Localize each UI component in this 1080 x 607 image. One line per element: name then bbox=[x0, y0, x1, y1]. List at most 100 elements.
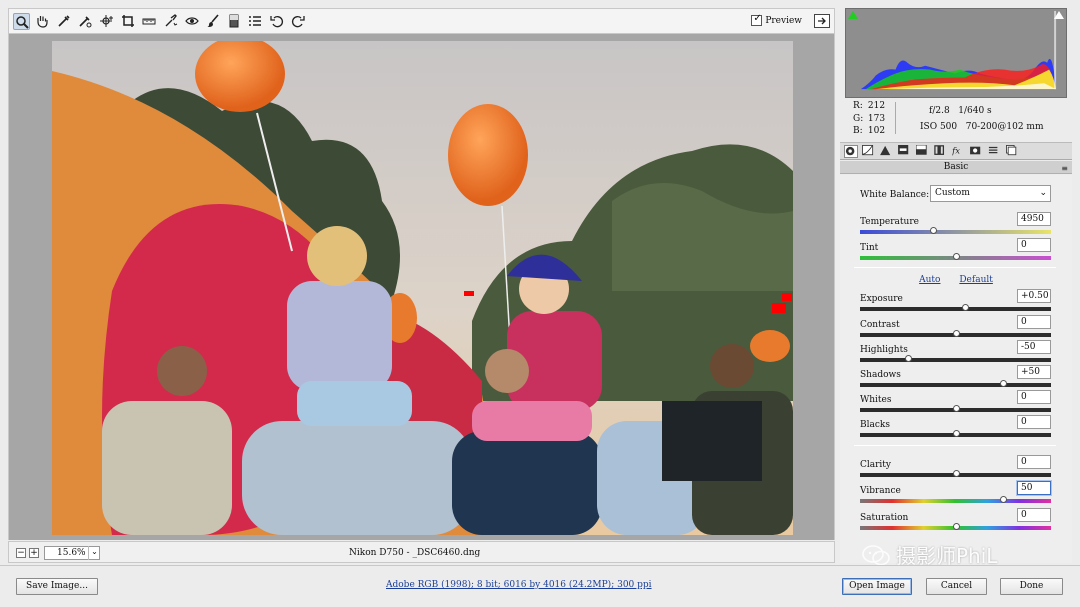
hand-tool-icon[interactable] bbox=[34, 13, 51, 30]
adjustment-brush-icon[interactable] bbox=[205, 13, 222, 30]
exposure-slider-thumb[interactable] bbox=[962, 304, 970, 311]
split-toning-tab-icon[interactable] bbox=[915, 144, 930, 158]
image-canvas[interactable] bbox=[8, 34, 835, 540]
basic-tab-icon[interactable] bbox=[844, 145, 858, 158]
preview-label: Preview bbox=[765, 15, 802, 26]
save-image-button[interactable]: Save Image... bbox=[16, 578, 98, 595]
whites-slider-thumb[interactable] bbox=[952, 405, 960, 412]
hsl-tab-icon[interactable] bbox=[898, 145, 912, 158]
tone-curve-tab-icon[interactable] bbox=[862, 145, 876, 158]
contrast-slider-thumb[interactable] bbox=[952, 330, 960, 337]
toolbar: Preview bbox=[8, 8, 835, 34]
white-balance-select[interactable]: Custom ⌄ bbox=[930, 185, 1051, 202]
blacks-value-field[interactable]: 0 bbox=[1017, 415, 1051, 429]
red-eye-icon[interactable] bbox=[184, 13, 201, 30]
filename-label: Nikon D750 - _DSC6460.dng bbox=[349, 548, 481, 558]
svg-text:fx: fx bbox=[952, 145, 960, 155]
wechat-icon bbox=[862, 544, 890, 565]
auto-default-links: Auto Default bbox=[840, 275, 1072, 285]
exif-iso-lens: ISO 500 70-200@102 mm bbox=[920, 122, 1044, 132]
straighten-tool-icon[interactable] bbox=[141, 13, 158, 30]
b-value: 102 bbox=[867, 126, 886, 136]
presets-tab-icon[interactable] bbox=[988, 145, 1002, 158]
temperature-slider-thumb[interactable] bbox=[929, 227, 937, 234]
open-image-button[interactable]: Open Image bbox=[842, 578, 912, 595]
whites-value-field[interactable]: 0 bbox=[1017, 390, 1051, 404]
shadows-label: Shadows bbox=[860, 370, 901, 380]
r-value: 212 bbox=[867, 101, 886, 111]
saturation-label: Saturation bbox=[860, 513, 909, 523]
chevron-down-icon[interactable]: ⌄ bbox=[88, 546, 100, 560]
shadow-clipping-icon[interactable] bbox=[848, 11, 858, 19]
clarity-value-field[interactable]: 0 bbox=[1017, 455, 1051, 469]
rotate-ccw-icon[interactable] bbox=[269, 13, 286, 30]
color-sampler-icon[interactable] bbox=[77, 13, 94, 30]
crop-tool-icon[interactable] bbox=[120, 13, 137, 30]
divider bbox=[895, 102, 896, 134]
panel-tabs: fx bbox=[840, 142, 1072, 160]
lens-corrections-tab-icon[interactable] bbox=[934, 145, 948, 158]
exif-aperture-shutter: f/2.8 1/640 s bbox=[929, 106, 992, 116]
panel-menu-icon[interactable]: ≡ bbox=[1061, 162, 1068, 175]
shadows-value-field[interactable]: +50 bbox=[1017, 365, 1051, 379]
r-label: R: bbox=[853, 101, 863, 111]
workflow-options-link[interactable]: Adobe RGB (1998); 8 bit; 6016 by 4016 (2… bbox=[386, 580, 652, 590]
snapshots-tab-icon[interactable] bbox=[1006, 145, 1020, 158]
highlight-clipping-icon[interactable] bbox=[1054, 11, 1064, 19]
default-link[interactable]: Default bbox=[959, 275, 993, 285]
shadows-slider-track[interactable] bbox=[860, 383, 1051, 387]
exposure-value-field[interactable]: +0.50 bbox=[1017, 289, 1051, 303]
highlights-slider-thumb[interactable] bbox=[904, 355, 912, 362]
exposure-slider-track[interactable] bbox=[860, 307, 1051, 311]
highlights-slider-track[interactable] bbox=[860, 358, 1051, 362]
highlights-value-field[interactable]: -50 bbox=[1017, 340, 1051, 354]
spot-removal-icon[interactable] bbox=[163, 13, 180, 30]
white-balance-label: White Balance: bbox=[860, 190, 930, 200]
fullscreen-icon[interactable] bbox=[814, 14, 830, 28]
zoom-in-button[interactable]: + bbox=[29, 548, 39, 558]
zoom-tool-icon[interactable] bbox=[13, 13, 30, 30]
saturation-value-field[interactable]: 0 bbox=[1017, 508, 1051, 522]
highlights-label: Highlights bbox=[860, 345, 908, 355]
contrast-value-field[interactable]: 0 bbox=[1017, 315, 1051, 329]
targeted-adjustment-icon[interactable] bbox=[99, 13, 116, 30]
b-label: B: bbox=[853, 126, 863, 136]
zoom-out-button[interactable]: − bbox=[16, 548, 26, 558]
info-panel: R: 212 G: 173 B: 102 f/2.8 1/640 s ISO 5… bbox=[845, 98, 1067, 138]
chevron-down-icon: ⌄ bbox=[1039, 188, 1047, 198]
white-balance-value: Custom bbox=[935, 188, 970, 198]
auto-link[interactable]: Auto bbox=[919, 275, 940, 285]
effects-tab-icon[interactable]: fx bbox=[951, 145, 966, 158]
zoom-level-value: 15.6% bbox=[57, 548, 86, 558]
clarity-slider-thumb[interactable] bbox=[952, 470, 960, 477]
g-value: 173 bbox=[867, 113, 886, 124]
panel-title-text: Basic bbox=[943, 162, 969, 172]
status-bar: − + 15.6% ⌄ Nikon D750 - _DSC6460.dng bbox=[8, 541, 835, 563]
preferences-icon[interactable] bbox=[247, 13, 264, 30]
preview-photo bbox=[52, 41, 793, 535]
blacks-slider-thumb[interactable] bbox=[952, 430, 960, 437]
temperature-value-field[interactable]: 4950 bbox=[1017, 212, 1051, 226]
panel-title: Basic ≡ bbox=[840, 161, 1072, 174]
white-balance-tool-icon[interactable] bbox=[56, 13, 73, 30]
vibrance-slider-track[interactable] bbox=[860, 499, 1051, 503]
vibrance-value-field[interactable]: 50 bbox=[1017, 481, 1051, 495]
graduated-filter-icon[interactable] bbox=[226, 13, 243, 30]
blacks-label: Blacks bbox=[860, 420, 890, 430]
preview-checkbox[interactable] bbox=[751, 13, 763, 26]
temperature-slider-track[interactable] bbox=[860, 230, 1051, 234]
divider bbox=[854, 267, 1056, 268]
tint-slider-thumb[interactable] bbox=[952, 253, 960, 260]
temperature-label: Temperature bbox=[860, 217, 919, 227]
divider bbox=[854, 445, 1056, 446]
tint-value-field[interactable]: 0 bbox=[1017, 238, 1051, 252]
rotate-cw-icon[interactable] bbox=[290, 13, 307, 30]
cancel-button[interactable]: Cancel bbox=[926, 578, 987, 595]
preview-toggle[interactable]: Preview bbox=[751, 13, 802, 26]
camera-calibration-tab-icon[interactable] bbox=[970, 145, 984, 158]
done-button[interactable]: Done bbox=[1000, 578, 1063, 595]
saturation-slider-thumb[interactable] bbox=[952, 523, 960, 530]
dialog-footer: Save Image... Adobe RGB (1998); 8 bit; 6… bbox=[0, 565, 1080, 607]
histogram bbox=[845, 8, 1067, 98]
detail-tab-icon[interactable] bbox=[880, 145, 894, 158]
